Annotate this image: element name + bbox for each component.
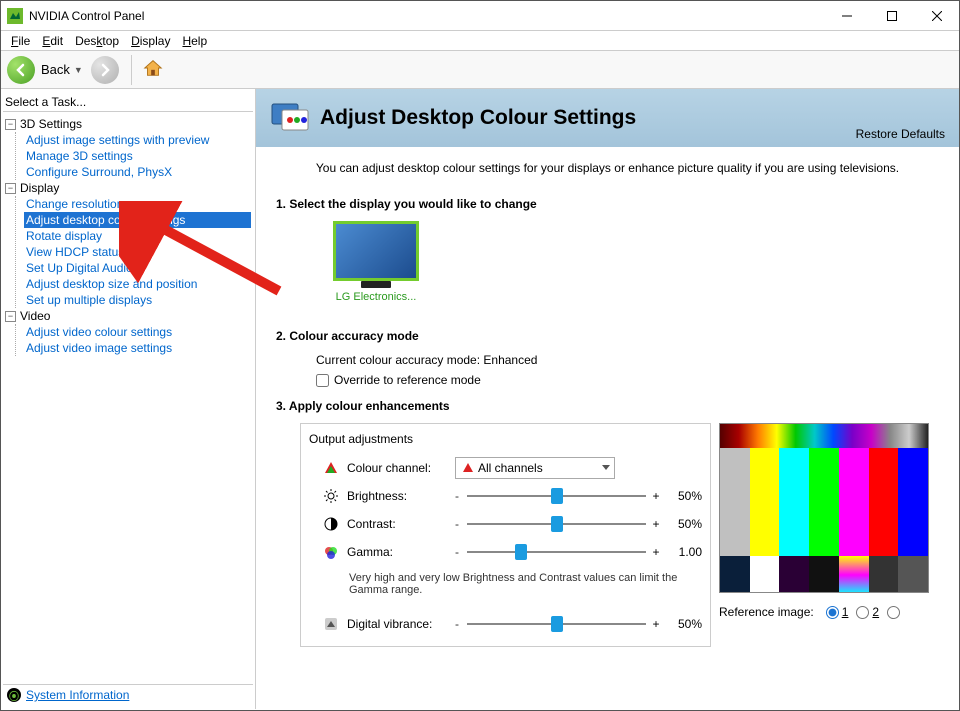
gamma-note: Very high and very low Brightness and Co… xyxy=(349,572,698,596)
sidebar-header: Select a Task... xyxy=(3,93,253,112)
channel-label: Colour channel: xyxy=(347,461,451,475)
tree-item[interactable]: Adjust video colour settings xyxy=(24,324,251,340)
page-intro: You can adjust desktop colour settings f… xyxy=(256,147,959,189)
reference-image-preview xyxy=(719,423,929,593)
output-adjustments-label: Output adjustments xyxy=(309,432,702,446)
tree-item[interactable]: Manage 3D settings xyxy=(24,148,251,164)
tree-item[interactable]: Adjust desktop size and position xyxy=(24,276,251,292)
accuracy-mode-text: Current colour accuracy mode: Enhanced xyxy=(316,353,939,367)
tree-item[interactable]: Configure Surround, PhysX xyxy=(24,164,251,180)
menubar: File Edit Desktop Display Help xyxy=(1,31,959,51)
menu-display[interactable]: Display xyxy=(125,33,176,49)
content-pane: Adjust Desktop Colour Settings Restore D… xyxy=(256,89,959,709)
override-label: Override to reference mode xyxy=(334,373,481,387)
tree-group-3d[interactable]: −3D Settings xyxy=(5,116,251,132)
menu-edit[interactable]: Edit xyxy=(36,33,69,49)
vibrance-icon xyxy=(321,617,341,631)
step-1: 1. Select the display you would like to … xyxy=(256,189,959,311)
contrast-value: 50% xyxy=(662,517,702,531)
back-dropdown[interactable]: ▼ xyxy=(74,65,83,75)
tree-item[interactable]: Adjust video image settings xyxy=(24,340,251,356)
menu-help[interactable]: Help xyxy=(176,33,213,49)
titlebar: NVIDIA Control Panel xyxy=(1,1,959,31)
monitor-icon xyxy=(333,221,419,281)
close-button[interactable] xyxy=(914,1,959,30)
step-3: 3. Apply colour enhancements Output adju… xyxy=(256,395,959,655)
display-thumb[interactable]: LG Electronics... xyxy=(326,221,426,303)
toolbar: Back ▼ xyxy=(1,51,959,89)
tree-item[interactable]: Rotate display xyxy=(24,228,251,244)
output-adjustments-panel: Output adjustments Colour channel: All c… xyxy=(300,423,711,647)
brightness-label: Brightness: xyxy=(347,489,451,503)
contrast-slider[interactable] xyxy=(467,515,646,533)
contrast-label: Contrast: xyxy=(347,517,451,531)
info-icon: ⦿ xyxy=(7,688,21,702)
ref-option-1[interactable]: 1 xyxy=(826,605,849,619)
home-button[interactable] xyxy=(142,57,164,82)
step-3-title: 3. Apply colour enhancements xyxy=(276,399,939,413)
tree-item[interactable]: Set up multiple displays xyxy=(24,292,251,308)
restore-defaults-link[interactable]: Restore Defaults xyxy=(856,127,945,141)
page-title: Adjust Desktop Colour Settings xyxy=(320,106,636,130)
gamma-label: Gamma: xyxy=(347,545,451,559)
vibrance-label: Digital vibrance: xyxy=(347,617,451,631)
back-button[interactable] xyxy=(7,56,35,84)
back-label: Back xyxy=(41,62,70,77)
display-name: LG Electronics... xyxy=(326,291,426,303)
task-tree: −3D Settings Adjust image settings with … xyxy=(3,112,253,684)
brightness-value: 50% xyxy=(662,489,702,503)
gamma-value: 1.00 xyxy=(662,545,702,559)
reference-image-row: Reference image: 1 2 xyxy=(719,605,939,619)
tree-item[interactable]: View HDCP status xyxy=(24,244,251,260)
reference-label: Reference image: xyxy=(719,605,814,619)
channel-select[interactable]: All channels xyxy=(455,457,615,479)
tree-item[interactable]: Set Up Digital Audio xyxy=(24,260,251,276)
nvidia-icon xyxy=(7,8,23,24)
gamma-icon xyxy=(321,545,341,559)
menu-file[interactable]: File xyxy=(5,33,36,49)
minimize-button[interactable] xyxy=(824,1,869,30)
gamma-slider[interactable] xyxy=(467,543,646,561)
brightness-icon xyxy=(321,489,341,503)
tree-item[interactable]: Change resolution xyxy=(24,196,251,212)
tree-item[interactable]: Adjust image settings with preview xyxy=(24,132,251,148)
window-title: NVIDIA Control Panel xyxy=(29,9,824,23)
system-information-link[interactable]: System Information xyxy=(26,688,129,702)
brightness-slider[interactable] xyxy=(467,487,646,505)
tree-group-display[interactable]: −Display xyxy=(5,180,251,196)
step-2-title: 2. Colour accuracy mode xyxy=(276,329,939,343)
page-banner: Adjust Desktop Colour Settings Restore D… xyxy=(256,89,959,147)
tree-item-selected[interactable]: Adjust desktop colour settings xyxy=(24,212,251,228)
forward-button[interactable] xyxy=(91,56,119,84)
tree-group-video[interactable]: −Video xyxy=(5,308,251,324)
ref-option-2[interactable]: 2 xyxy=(856,605,879,619)
step-2: 2. Colour accuracy mode Current colour a… xyxy=(256,311,959,395)
channel-icon xyxy=(321,461,341,475)
maximize-button[interactable] xyxy=(869,1,914,30)
banner-icon xyxy=(270,98,310,138)
ref-option-3[interactable] xyxy=(887,606,903,619)
sidebar: Select a Task... −3D Settings Adjust ima… xyxy=(1,89,256,709)
vibrance-value: 50% xyxy=(662,617,702,631)
contrast-icon xyxy=(321,517,341,531)
menu-desktop[interactable]: Desktop xyxy=(69,33,125,49)
override-checkbox[interactable] xyxy=(316,374,329,387)
step-1-title: 1. Select the display you would like to … xyxy=(276,197,939,211)
vibrance-slider[interactable] xyxy=(467,615,646,633)
sidebar-footer: ⦿ System Information xyxy=(3,684,253,705)
